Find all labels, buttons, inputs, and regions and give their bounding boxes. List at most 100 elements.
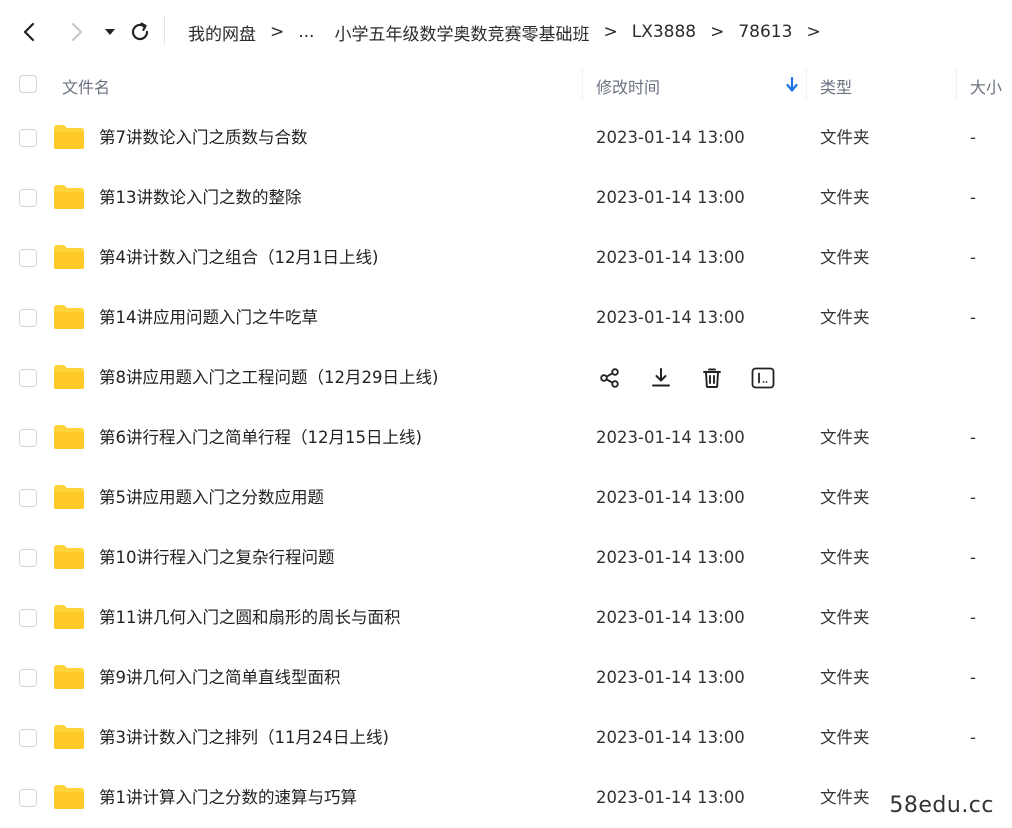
file-list-header: 文件名 修改时间 类型 大小 bbox=[0, 64, 1012, 106]
refresh-icon bbox=[131, 22, 149, 41]
breadcrumb-separator: > bbox=[270, 22, 285, 42]
row-checkbox[interactable] bbox=[19, 489, 37, 507]
file-type: 文件夹 bbox=[820, 668, 870, 687]
file-row[interactable]: 第7讲数论入门之质数与合数 2023-01-14 13:00 文件夹 - bbox=[0, 108, 1012, 168]
back-button[interactable] bbox=[12, 14, 48, 50]
file-row[interactable]: 第4讲计数入门之组合（12月1日上线) 2023-01-14 13:00 文件夹… bbox=[0, 228, 1012, 288]
row-checkbox[interactable] bbox=[19, 309, 37, 327]
breadcrumb-item[interactable]: 我的网盘 bbox=[188, 20, 256, 45]
file-name[interactable]: 第4讲计数入门之组合（12月1日上线) bbox=[99, 228, 378, 288]
caret-down-icon bbox=[105, 29, 115, 35]
folder-icon bbox=[54, 605, 84, 629]
breadcrumb-item[interactable]: 小学五年级数学奥数竞赛零基础班 bbox=[334, 20, 589, 45]
select-all-checkbox[interactable] bbox=[19, 75, 37, 93]
column-divider[interactable] bbox=[956, 68, 957, 100]
row-checkbox[interactable] bbox=[19, 429, 37, 447]
row-checkbox[interactable] bbox=[19, 549, 37, 567]
file-type: 文件夹 bbox=[820, 728, 870, 747]
share-button[interactable] bbox=[596, 364, 624, 392]
refresh-button[interactable] bbox=[122, 14, 158, 50]
file-type: 文件夹 bbox=[820, 428, 870, 447]
column-divider[interactable] bbox=[806, 68, 807, 100]
sort-descending-icon[interactable] bbox=[785, 77, 799, 93]
row-checkbox[interactable] bbox=[19, 669, 37, 687]
file-size: - bbox=[970, 188, 976, 207]
row-actions bbox=[596, 364, 800, 392]
breadcrumb-item[interactable]: LX3888 bbox=[632, 22, 696, 42]
file-size: - bbox=[970, 128, 976, 147]
file-row[interactable]: 第1讲计算入门之分数的速算与巧算 2023-01-14 13:00 文件夹 bbox=[0, 768, 1012, 828]
row-checkbox[interactable] bbox=[19, 189, 37, 207]
row-checkbox[interactable] bbox=[19, 729, 37, 747]
column-header-size[interactable]: 大小 bbox=[970, 74, 1002, 98]
file-name[interactable]: 第5讲应用题入门之分数应用题 bbox=[99, 468, 324, 528]
row-checkbox[interactable] bbox=[19, 789, 37, 807]
breadcrumb-separator: > bbox=[710, 22, 725, 42]
breadcrumb-item[interactable]: ... bbox=[298, 22, 314, 42]
column-header-modified[interactable]: 修改时间 bbox=[596, 74, 660, 98]
folder-icon bbox=[54, 185, 84, 209]
folder-icon bbox=[54, 485, 84, 509]
file-size: - bbox=[970, 548, 976, 567]
file-row[interactable]: 第3讲计数入门之排列（11月24日上线) 2023-01-14 13:00 文件… bbox=[0, 708, 1012, 768]
file-name[interactable]: 第3讲计数入门之排列（11月24日上线) bbox=[99, 708, 389, 768]
file-modified: 2023-01-14 13:00 bbox=[596, 248, 745, 267]
file-modified: 2023-01-14 13:00 bbox=[596, 488, 745, 507]
chevron-left-icon bbox=[23, 22, 35, 42]
file-type: 文件夹 bbox=[820, 248, 870, 267]
delete-icon bbox=[703, 368, 721, 388]
file-row[interactable]: 第13讲数论入门之数的整除 2023-01-14 13:00 文件夹 - bbox=[0, 168, 1012, 228]
file-size: - bbox=[970, 668, 976, 687]
chevron-right-icon bbox=[72, 23, 82, 41]
file-row-hovered[interactable]: 第8讲应用题入门之工程问题（12月29日上线) bbox=[0, 348, 1012, 408]
file-type: 文件夹 bbox=[820, 308, 870, 327]
rename-icon bbox=[751, 367, 775, 389]
file-modified: 2023-01-14 13:00 bbox=[596, 188, 745, 207]
file-size: - bbox=[970, 308, 976, 327]
breadcrumb-separator: > bbox=[603, 22, 618, 42]
column-header-type[interactable]: 类型 bbox=[820, 74, 852, 98]
file-size: - bbox=[970, 488, 976, 507]
folder-icon bbox=[54, 425, 84, 449]
file-name[interactable]: 第1讲计算入门之分数的速算与巧算 bbox=[99, 768, 357, 828]
breadcrumb-item[interactable]: 78613 bbox=[738, 22, 792, 42]
download-button[interactable] bbox=[647, 364, 675, 392]
file-name[interactable]: 第10讲行程入门之复杂行程问题 bbox=[99, 528, 335, 588]
file-row[interactable]: 第6讲行程入门之简单行程（12月15日上线) 2023-01-14 13:00 … bbox=[0, 408, 1012, 468]
forward-button[interactable] bbox=[58, 14, 94, 50]
folder-icon bbox=[54, 365, 84, 389]
row-checkbox[interactable] bbox=[19, 609, 37, 627]
file-name[interactable]: 第7讲数论入门之质数与合数 bbox=[99, 108, 308, 168]
file-type: 文件夹 bbox=[820, 128, 870, 147]
folder-icon bbox=[54, 785, 84, 809]
file-row[interactable]: 第10讲行程入门之复杂行程问题 2023-01-14 13:00 文件夹 - bbox=[0, 528, 1012, 588]
file-name[interactable]: 第13讲数论入门之数的整除 bbox=[99, 168, 302, 228]
row-checkbox[interactable] bbox=[19, 129, 37, 147]
rename-button[interactable] bbox=[749, 364, 777, 392]
file-row[interactable]: 第14讲应用问题入门之牛吃草 2023-01-14 13:00 文件夹 - bbox=[0, 288, 1012, 348]
row-checkbox[interactable] bbox=[19, 369, 37, 387]
column-divider[interactable] bbox=[582, 68, 583, 100]
file-name[interactable]: 第6讲行程入门之简单行程（12月15日上线) bbox=[99, 408, 422, 468]
download-icon bbox=[652, 368, 670, 387]
delete-button[interactable] bbox=[698, 364, 726, 392]
row-checkbox[interactable] bbox=[19, 249, 37, 267]
file-modified: 2023-01-14 13:00 bbox=[596, 668, 745, 687]
toolbar-divider bbox=[164, 16, 165, 46]
file-name[interactable]: 第11讲几何入门之圆和扇形的周长与面积 bbox=[99, 588, 401, 648]
breadcrumb: 我的网盘 > ... 小学五年级数学奥数竞赛零基础班 > LX3888 > 78… bbox=[188, 20, 835, 45]
file-name[interactable]: 第8讲应用题入门之工程问题（12月29日上线) bbox=[99, 348, 438, 408]
file-size: - bbox=[970, 248, 976, 267]
file-size: - bbox=[970, 428, 976, 447]
folder-icon bbox=[54, 725, 84, 749]
file-row[interactable]: 第9讲几何入门之简单直线型面积 2023-01-14 13:00 文件夹 - bbox=[0, 648, 1012, 708]
folder-icon bbox=[54, 665, 84, 689]
file-name[interactable]: 第9讲几何入门之简单直线型面积 bbox=[99, 648, 341, 708]
file-modified: 2023-01-14 13:00 bbox=[596, 128, 745, 147]
file-name[interactable]: 第14讲应用问题入门之牛吃草 bbox=[99, 288, 318, 348]
file-row[interactable]: 第11讲几何入门之圆和扇形的周长与面积 2023-01-14 13:00 文件夹… bbox=[0, 588, 1012, 648]
file-type: 文件夹 bbox=[820, 548, 870, 567]
share-icon bbox=[600, 368, 619, 388]
file-row[interactable]: 第5讲应用题入门之分数应用题 2023-01-14 13:00 文件夹 - bbox=[0, 468, 1012, 528]
column-header-name[interactable]: 文件名 bbox=[62, 74, 110, 98]
